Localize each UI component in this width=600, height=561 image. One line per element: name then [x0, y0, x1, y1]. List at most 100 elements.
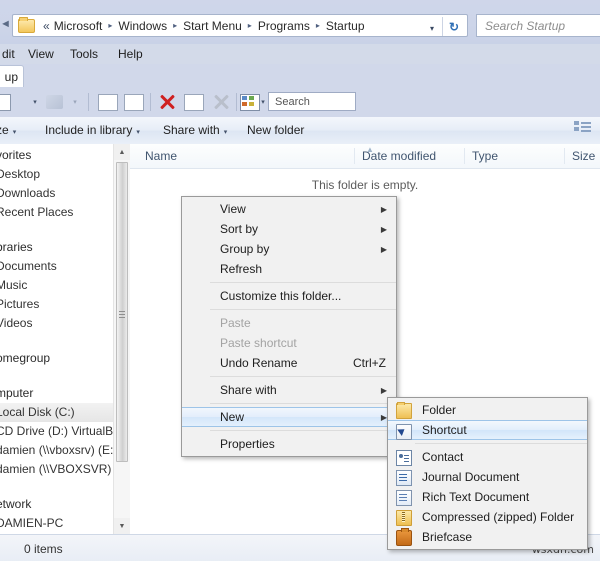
- nav-item-recent-places[interactable]: Recent Places: [0, 203, 113, 222]
- search-placeholder: Search Startup: [485, 18, 566, 33]
- breadcrumb-overflow-icon[interactable]: «: [41, 19, 52, 33]
- toolbar-search-input[interactable]: Search: [268, 92, 356, 111]
- history-dropdown-button[interactable]: [0, 91, 11, 113]
- delete-button[interactable]: [158, 91, 176, 113]
- cut-x-icon: [212, 93, 230, 111]
- folder-icon: [396, 402, 412, 419]
- menu-item-edit[interactable]: dit: [0, 46, 21, 62]
- new-folder-button[interactable]: New folder: [247, 123, 304, 137]
- nav-item-cd-drive-d[interactable]: CD Drive (D:) VirtualBox G: [0, 422, 113, 441]
- submenu-label: Briefcase: [422, 530, 473, 544]
- breadcrumb-separator-icon[interactable]: ▸: [173, 21, 177, 30]
- change-view-button[interactable]: [574, 121, 596, 139]
- nav-item-documents[interactable]: Documents: [0, 257, 113, 276]
- breadcrumb-separator-icon[interactable]: ▸: [108, 21, 112, 30]
- menu-item-view[interactable]: View: [22, 46, 60, 62]
- column-header-size[interactable]: Size: [572, 149, 595, 163]
- column-divider[interactable]: [564, 148, 565, 164]
- breadcrumb-item-startup[interactable]: Startup: [324, 19, 367, 33]
- menu-label: View: [220, 202, 246, 216]
- submenu-label: Shortcut: [422, 423, 467, 437]
- nav-item-music[interactable]: Music: [0, 276, 113, 295]
- refresh-button[interactable]: ↻: [442, 17, 465, 36]
- submenu-item-folder[interactable]: Folder: [388, 400, 587, 420]
- nav-item-pictures[interactable]: Pictures: [0, 295, 113, 314]
- new-submenu[interactable]: Folder Shortcut Contact Journal Document…: [387, 397, 588, 550]
- context-menu-item-view[interactable]: View ▶: [182, 199, 396, 219]
- nav-group-favorites[interactable]: vorites: [0, 146, 113, 165]
- breadcrumb-item-programs[interactable]: Programs: [256, 19, 312, 33]
- sort-indicator-icon: ▲: [366, 145, 374, 154]
- share-with-button[interactable]: Share with ▾: [163, 123, 227, 137]
- submenu-item-rich-text-document[interactable]: Rich Text Document: [388, 487, 587, 507]
- context-menu-item-refresh[interactable]: Refresh: [182, 259, 396, 279]
- chevron-down-icon[interactable]: ▾: [258, 91, 268, 113]
- nav-label: Videos: [0, 316, 33, 330]
- navigation-scrollbar[interactable]: ▲ ▼: [113, 144, 130, 534]
- context-menu-item-sort-by[interactable]: Sort by ▶: [182, 219, 396, 239]
- nav-item-downloads[interactable]: Downloads: [0, 184, 113, 203]
- breadcrumb-item-microsoft[interactable]: Microsoft: [52, 19, 105, 33]
- copy-window-button[interactable]: [124, 91, 144, 113]
- nav-group-computer[interactable]: mputer: [0, 384, 113, 403]
- submenu-arrow-icon: ▶: [380, 244, 387, 254]
- menu-item-tools[interactable]: Tools: [64, 46, 104, 62]
- submenu-item-compressed-folder[interactable]: Compressed (zipped) Folder: [388, 507, 587, 527]
- context-menu[interactable]: View ▶ Sort by ▶ Group by ▶ Refresh Cust…: [181, 196, 397, 457]
- breadcrumb-separator-icon[interactable]: ▸: [248, 21, 252, 30]
- nav-item-desktop[interactable]: Desktop: [0, 165, 113, 184]
- column-header-name[interactable]: Name: [145, 149, 177, 163]
- nav-item-damien-vboxsrv-e[interactable]: damien (\\vboxsrv) (E:): [0, 441, 113, 460]
- breadcrumb-separator-icon[interactable]: ▸: [316, 21, 320, 30]
- column-divider[interactable]: [354, 148, 355, 164]
- context-menu-item-undo-rename[interactable]: Undo Rename Ctrl+Z: [182, 353, 396, 373]
- context-menu-item-new[interactable]: New ▶: [182, 407, 396, 427]
- organize-label: ze: [0, 123, 9, 137]
- nav-item-videos[interactable]: Videos: [0, 314, 113, 333]
- context-menu-item-customize-folder[interactable]: Customize this folder...: [182, 286, 396, 306]
- nav-item-damien-vboxsvr-z[interactable]: damien (\\VBOXSVR) (Z:): [0, 460, 113, 479]
- navigation-pane[interactable]: vorites Desktop Downloads Recent Places …: [0, 144, 113, 534]
- rich-text-icon: [396, 490, 412, 506]
- nav-group-network[interactable]: etwork: [0, 495, 113, 514]
- column-divider[interactable]: [464, 148, 465, 164]
- view-mode-button[interactable]: [240, 91, 260, 113]
- nav-item-local-disk-c[interactable]: Local Disk (C:): [0, 403, 113, 422]
- breadcrumb-item-start-menu[interactable]: Start Menu: [181, 19, 244, 33]
- scroll-up-arrow-icon[interactable]: ▲: [114, 144, 130, 160]
- submenu-item-journal-document[interactable]: Journal Document: [388, 467, 587, 487]
- context-menu-item-share-with[interactable]: Share with ▶: [182, 380, 396, 400]
- organize-button[interactable]: ze▾: [0, 123, 16, 137]
- context-menu-item-group-by[interactable]: Group by ▶: [182, 239, 396, 259]
- tab-startup[interactable]: up: [0, 65, 24, 87]
- submenu-item-contact[interactable]: Contact: [388, 447, 587, 467]
- address-bar[interactable]: « Microsoft ▸ Windows ▸ Start Menu ▸ Pro…: [12, 14, 468, 37]
- include-in-library-button[interactable]: Include in library ▾: [45, 123, 140, 137]
- nav-group-homegroup[interactable]: omegroup: [0, 349, 113, 368]
- cut-button[interactable]: [212, 91, 230, 113]
- menu-label: Undo Rename: [220, 356, 298, 370]
- submenu-label: Contact: [422, 450, 464, 464]
- submenu-item-shortcut[interactable]: Shortcut: [388, 420, 587, 440]
- delete-window-button[interactable]: [184, 91, 204, 113]
- context-menu-item-properties[interactable]: Properties: [182, 434, 396, 454]
- chevron-down-icon[interactable]: ▾: [425, 22, 439, 36]
- nav-item-damien-pc[interactable]: DAMIEN-PC: [0, 514, 113, 533]
- search-input[interactable]: Search Startup: [476, 14, 600, 37]
- scrollbar-thumb[interactable]: [116, 162, 128, 462]
- nav-group-libraries[interactable]: braries: [0, 238, 113, 257]
- scroll-down-arrow-icon[interactable]: ▼: [114, 518, 130, 534]
- breadcrumb-item-windows[interactable]: Windows: [116, 19, 169, 33]
- toolbar-search-label: Search: [275, 95, 310, 108]
- create-shortcut-button[interactable]: [98, 91, 118, 113]
- chevron-down-icon[interactable]: ▾: [70, 91, 80, 113]
- submenu-arrow-icon: ▶: [380, 224, 387, 234]
- column-header-type[interactable]: Type: [472, 149, 498, 163]
- address-bar-band: ◄ « Microsoft ▸ Windows ▸ Start Menu ▸ P…: [0, 0, 600, 44]
- menu-item-help[interactable]: Help: [112, 46, 149, 62]
- chevron-down-icon[interactable]: ▾: [30, 91, 40, 113]
- nav-label: Pictures: [0, 297, 40, 311]
- shortcut-icon: [396, 424, 412, 440]
- submenu-item-briefcase[interactable]: Briefcase: [388, 527, 587, 547]
- windows-button[interactable]: [46, 91, 63, 113]
